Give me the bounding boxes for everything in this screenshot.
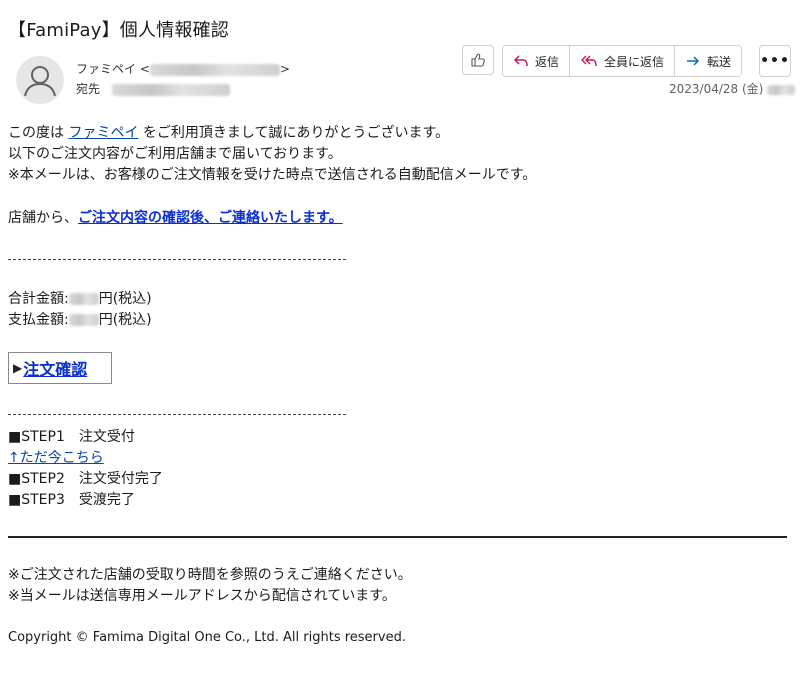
more-icon: ••• [760,53,790,69]
recipient-line[interactable]: 宛先 [76,80,230,97]
step3: ■STEP3 受渡完了 [8,492,135,508]
total-amount-redacted [68,293,99,305]
forward-button[interactable]: 転送 [675,46,742,76]
sender-bracket-close: > [279,62,290,76]
current-step-link[interactable]: ↑ただ今こちら [8,450,104,466]
step1: ■STEP1 注文受付 [8,429,135,445]
famipay-link[interactable]: ファミペイ [68,125,138,141]
total-suffix: 円(税込) [98,291,152,307]
sender-email-redacted [149,63,280,76]
reply-button[interactable]: 返信 [503,46,571,76]
sender-name: ファミペイ [76,62,137,76]
person-icon [24,66,56,97]
body-intro: この度は ファミペイ をご利用頂きまして誠にありがとうございます。 以下のご注文… [8,125,537,183]
solid-divider [8,536,787,538]
reply-icon [513,55,528,67]
reply-label: 返信 [535,54,560,69]
step2: ■STEP2 注文受付完了 [8,471,163,487]
email-subject: 【FamiPay】個人情報確認 [8,20,229,41]
to-label: 宛先 [76,82,101,96]
time-redacted [767,84,796,95]
footer-notes: ※ご注文された店舗の受取り時間を参照のうえご連絡ください。 ※当メールは送信専用… [8,565,412,607]
step-list: ■STEP1 注文受付 ↑ただ今こちら ■STEP2 注文受付完了 ■STEP3… [8,427,163,511]
reply-all-icon [581,55,597,67]
note-pickup-time: ※ご注文された店舗の受取り時間を参照のうえご連絡ください。 [8,567,412,583]
note-send-only: ※当メールは送信専用メールアドレスから配信されています。 [8,588,396,604]
total-label: 合計金額: [8,291,69,307]
triangle-right-icon: ▶ [13,361,23,375]
sender-bracket-open: < [139,62,150,76]
amount-block: 合計金額: 円(税込) 支払金額: 円(税込) [8,289,152,331]
received-date: 2023/04/28 (金) [669,80,796,97]
like-button[interactable] [462,45,494,75]
sender-line[interactable]: ファミペイ < > [76,60,290,77]
store-confirm-link[interactable]: ご注文内容の確認後、ご連絡いたします。 [78,210,343,226]
more-actions-button[interactable]: ••• [759,45,791,77]
order-confirm-link[interactable]: 注文確認 [23,356,87,380]
dashed-divider [8,259,346,260]
message-toolbar: 返信 全員に返信 転送 [462,45,743,77]
store-contact-line: 店舗から、ご注文内容の確認後、ご連絡いたします。 [8,210,343,226]
forward-arrow-icon [687,56,700,66]
thumbs-up-icon [471,53,485,67]
reply-all-label: 全員に返信 [604,54,665,69]
paid-label: 支払金額: [8,312,69,328]
reply-button-group: 返信 全員に返信 転送 [502,45,743,77]
recipient-redacted [111,83,230,96]
paid-amount-redacted [68,314,99,326]
reply-all-button[interactable]: 全員に返信 [570,46,676,76]
paid-suffix: 円(税込) [98,312,152,328]
order-confirm-button[interactable]: ▶ 注文確認 [8,352,112,384]
dashed-divider-2 [8,414,346,415]
copyright: Copyright © Famima Digital One Co., Ltd.… [8,630,406,645]
sender-avatar[interactable] [16,56,64,104]
forward-label: 転送 [707,54,732,69]
